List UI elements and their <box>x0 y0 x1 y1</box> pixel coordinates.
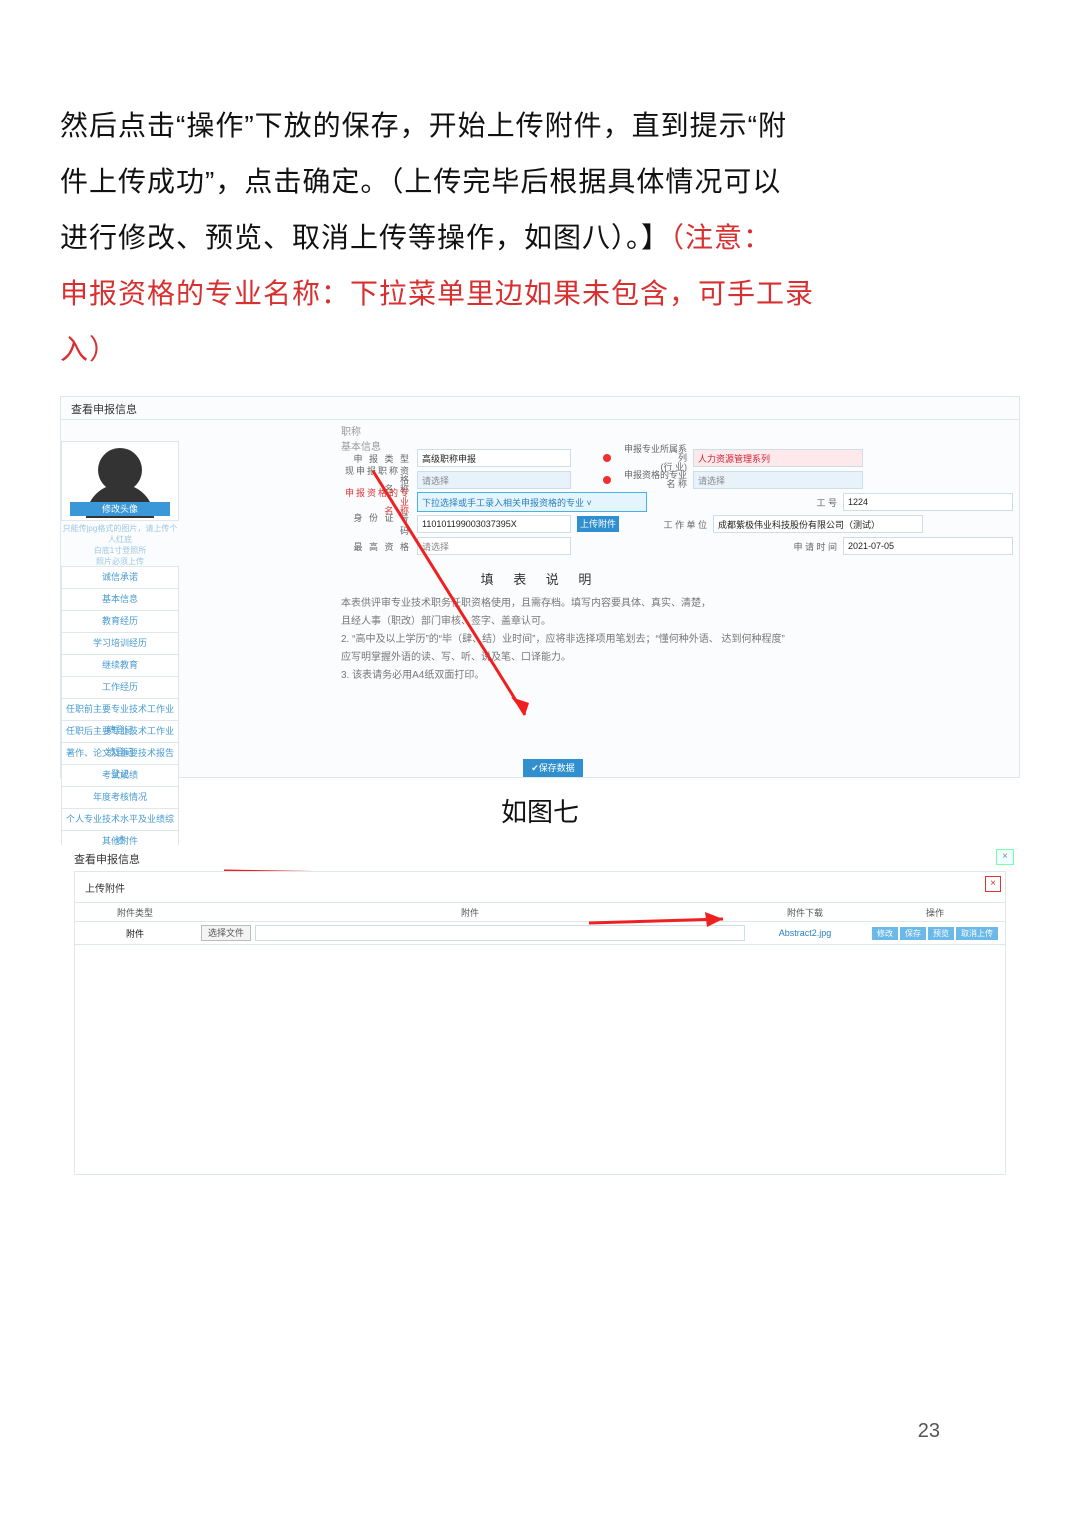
val-sfz: 110101199003037395X <box>417 515 571 533</box>
op-cancel[interactable]: 取消上传 <box>956 927 998 940</box>
val-xsbzc[interactable]: 请选择 <box>417 471 571 489</box>
row-type: 附件 <box>75 922 195 945</box>
upload-attachment-button[interactable]: 上传附件 <box>577 516 619 532</box>
side-item-4[interactable]: 继续教育 <box>61 654 179 677</box>
required-dot-icon <box>603 476 611 484</box>
page-number: 23 <box>918 1420 940 1443</box>
fig1-title: 查看申报信息 <box>71 401 137 417</box>
h-file: 附件 <box>195 902 745 922</box>
val-r-gh: 1224 <box>843 493 1013 511</box>
lbl-sblx: 申 报 类 型 <box>341 452 411 465</box>
fill-line-3: 应写明掌握外语的读、写、听、说及笔、口译能力。 <box>341 649 989 667</box>
choose-file-button[interactable]: 选择文件 <box>201 925 251 941</box>
lbl-zg: 最 高 资 格 <box>341 540 411 553</box>
lbl-r-xl: 申报专业所属系列 (行 业) <box>617 445 687 472</box>
side-item-2[interactable]: 教育经历 <box>61 610 179 633</box>
para-line-4: 申报资格的专业名称：下拉菜单里边如果未包含，可手工录 <box>60 268 1020 320</box>
file-path-input[interactable] <box>255 925 745 941</box>
fill-line-1: 且经人事（职改）部门审核、签字、盖章认可。 <box>341 613 989 631</box>
op-save[interactable]: 保存 <box>900 927 926 940</box>
fig2-table-row: 附件 选择文件 Abstract2.jpg 修改 保存 预览 取消上传 <box>75 922 1005 945</box>
fig2-inner-close-button[interactable]: × <box>985 876 1001 892</box>
fill-instructions-title: 填 表 说 明 <box>61 569 1019 588</box>
h-download: 附件下载 <box>745 902 865 922</box>
val-r-xl[interactable]: 人力资源管理系列 <box>693 449 863 467</box>
val-r-sj: 2021-07-05 <box>843 537 1013 555</box>
lbl-r-dw: 工 作 单 位 <box>637 518 707 531</box>
fig2-table-header: 附件类型 附件 附件下载 操作 <box>75 902 1005 922</box>
para-line-3-black: 进行修改、预览、取消上传等操作，如图八）。】 <box>60 222 670 253</box>
save-data-button[interactable]: ✔保存数据 <box>523 759 583 777</box>
figure-8: 查看申报信息 × 上传附件 × 附件类型 附件 附件下载 操作 附件 <box>60 845 1020 1185</box>
side-item-8[interactable]: 著作、论文及重要技术报告登记 <box>61 742 179 765</box>
avatar-placeholder <box>98 448 142 492</box>
fig2-sub-title: 上传附件 <box>85 880 125 895</box>
op-preview[interactable]: 预览 <box>928 927 954 940</box>
fig2-upload-dialog: 上传附件 × 附件类型 附件 附件下载 操作 附件 选择文件 Abstract2… <box>74 871 1006 1175</box>
para-line-3-red: （注意： <box>670 222 772 253</box>
val-zg[interactable]: 请选择 <box>417 537 571 555</box>
op-edit[interactable]: 修改 <box>872 927 898 940</box>
side-item-6[interactable]: 任职前主要专业技术工作业绩登记 <box>61 698 179 721</box>
required-dot-icon <box>603 454 611 462</box>
val-r-dw: 成都紫极伟业科技股份有限公司（测试） <box>713 515 923 533</box>
fill-line-4: 3. 该表请务必用A4纸双面打印。 <box>341 667 989 685</box>
fill-line-0: 本表供评审专业技术职务任职资格使用，且需存档。填写内容要具体、真实、清楚， <box>341 595 989 613</box>
val-r-zy[interactable]: 请选择 <box>693 471 863 489</box>
side-item-3[interactable]: 学习培训经历 <box>61 632 179 655</box>
change-avatar-button[interactable]: 修改头像 <box>70 502 170 516</box>
lbl-r-gh: 工 号 <box>767 496 837 509</box>
val-sbzy[interactable]: 下拉选择或手工录入相关申报资格的专业 ˅ <box>417 492 647 512</box>
val-sblx: 高级职称申报 <box>417 449 571 467</box>
side-item-5[interactable]: 工作经历 <box>61 676 179 699</box>
fig1-sidebar: 修改头像 只能传jpg格式的图片，请上传个人红底 白底1寸登照所 照片必须上传 … <box>61 441 179 853</box>
para-line-3: 进行修改、预览、取消上传等操作，如图八）。】（注意： <box>60 212 1020 264</box>
fig2-outer-title: 查看申报信息 <box>74 851 1006 867</box>
lbl-r-zy: 申报资格的专业 名 称 <box>617 471 687 489</box>
fill-instructions: 本表供评审专业技术职务任职资格使用，且需存档。填写内容要具体、真实、清楚， 且经… <box>341 595 989 685</box>
figure-7-caption: 如图七 <box>60 792 1020 829</box>
fig1-form: 申 报 类 型 高级职称申报 申报专业所属系列 (行 业) 人力资源管理系列 现… <box>341 447 1013 557</box>
tab-zhicheng[interactable]: 职称 <box>341 423 361 438</box>
fig2-outer-close-button[interactable]: × <box>996 849 1014 865</box>
h-ops: 操作 <box>865 902 1005 922</box>
side-item-9[interactable]: 考试成绩 <box>61 764 179 787</box>
para-line-2: 件上传成功”，点击确定。（上传完毕后根据具体情况可以 <box>60 156 1020 208</box>
row-ops: 修改 保存 预览 取消上传 <box>865 922 1005 945</box>
side-item-7[interactable]: 任职后主要专业技术工作业绩登记 <box>61 720 179 743</box>
figure-7: 查看申报信息 职称 基本信息 修改头像 只能传jpg格式的图片，请上传个人红底 … <box>60 396 1020 778</box>
lbl-r-sj: 申 请 时 间 <box>767 540 837 553</box>
para-line-1: 然后点击“操作”下放的保存，开始上传附件，直到提示“附 <box>60 100 1020 152</box>
side-item-10[interactable]: 年度考核情况 <box>61 786 179 809</box>
lbl-sfz: 身 份 证 号 码 <box>341 511 411 537</box>
avatar-box: 修改头像 <box>61 441 179 521</box>
para-line-5: 入） <box>60 324 1020 376</box>
avatar-note: 只能传jpg格式的图片，请上传个人红底 白底1寸登照所 照片必须上传 <box>61 523 179 567</box>
side-item-11[interactable]: 个人专业技术水平及业绩综述 <box>61 808 179 831</box>
download-link[interactable]: Abstract2.jpg <box>745 922 865 945</box>
side-item-1[interactable]: 基本信息 <box>61 588 179 611</box>
h-type: 附件类型 <box>75 902 195 922</box>
fill-line-2: 2. “高中及以上学历”的“毕（肆、结）业时间”，应将非选择项用笔划去；“懂何种… <box>341 631 989 649</box>
